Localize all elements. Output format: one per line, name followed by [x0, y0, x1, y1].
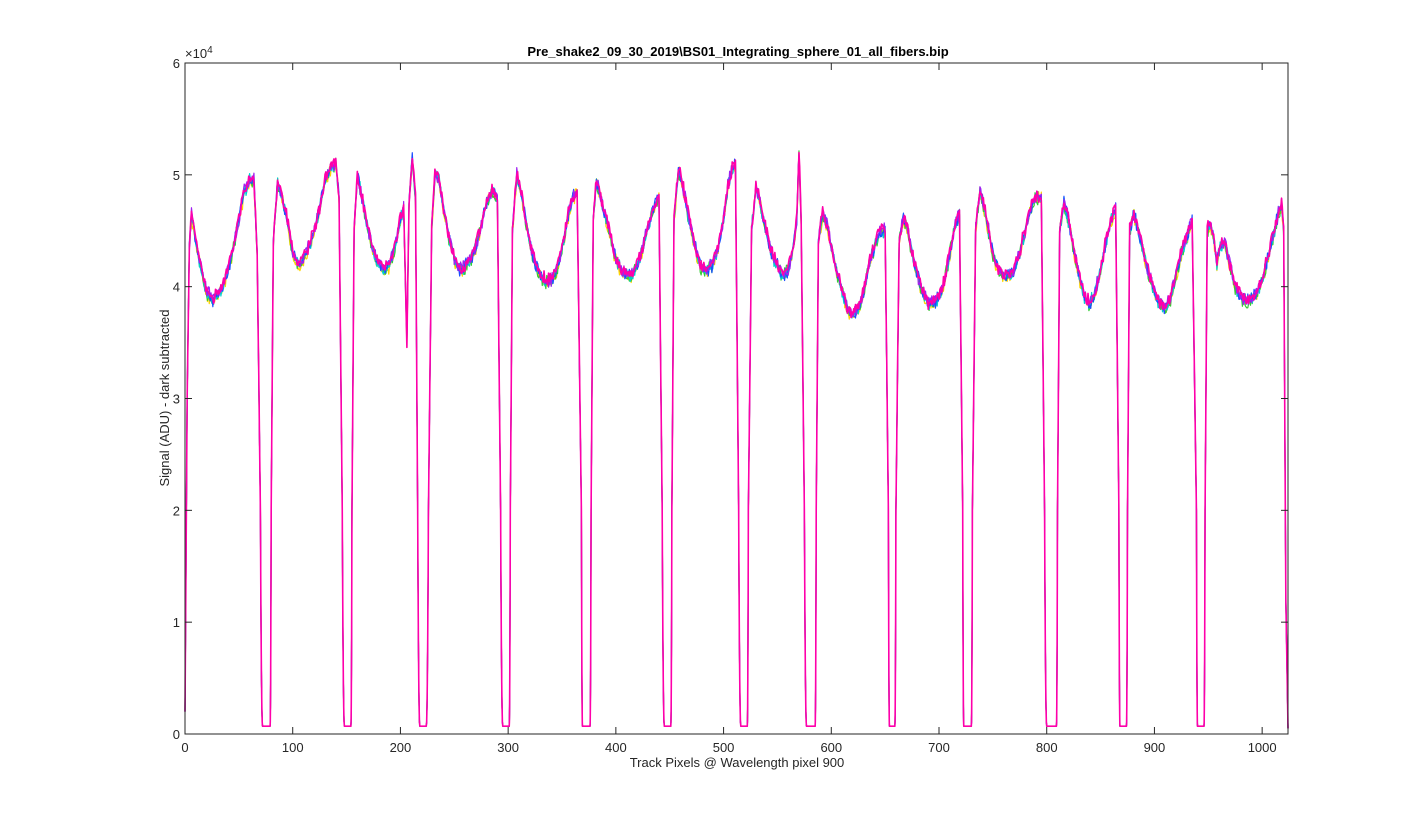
x-axis-label: Track Pixels @ Wavelength pixel 900 — [630, 755, 845, 770]
chart-title: Pre_shake2_09_30_2019\BS01_Integrating_s… — [527, 44, 948, 59]
y-tick-label: 3 — [173, 392, 180, 407]
y-tick-label: 6 — [173, 56, 180, 71]
x-tick-label: 800 — [1036, 740, 1058, 755]
y-tick-label: 1 — [173, 615, 180, 630]
y-axis-label: Signal (ADU) - dark subtracted — [157, 309, 172, 486]
x-tick-label: 700 — [928, 740, 950, 755]
x-tick-label: 0 — [181, 740, 188, 755]
x-tick-label: 300 — [497, 740, 519, 755]
x-tick-label: 1000 — [1248, 740, 1277, 755]
x-tick-label: 200 — [390, 740, 412, 755]
chart-figure: Pre_shake2_09_30_2019\BS01_Integrating_s… — [0, 0, 1425, 825]
figure-background — [0, 0, 1425, 825]
y-exponent-power: 4 — [207, 45, 213, 56]
y-tick-label: 5 — [173, 168, 180, 183]
x-tick-label: 400 — [605, 740, 627, 755]
x-tick-label: 500 — [713, 740, 735, 755]
y-exponent-base: ×10 — [185, 46, 207, 61]
y-tick-label: 2 — [173, 503, 180, 518]
x-tick-label: 600 — [820, 740, 842, 755]
y-tick-label: 0 — [173, 727, 180, 742]
x-tick-label: 100 — [282, 740, 304, 755]
x-tick-label: 900 — [1144, 740, 1166, 755]
y-tick-label: 4 — [173, 280, 180, 295]
